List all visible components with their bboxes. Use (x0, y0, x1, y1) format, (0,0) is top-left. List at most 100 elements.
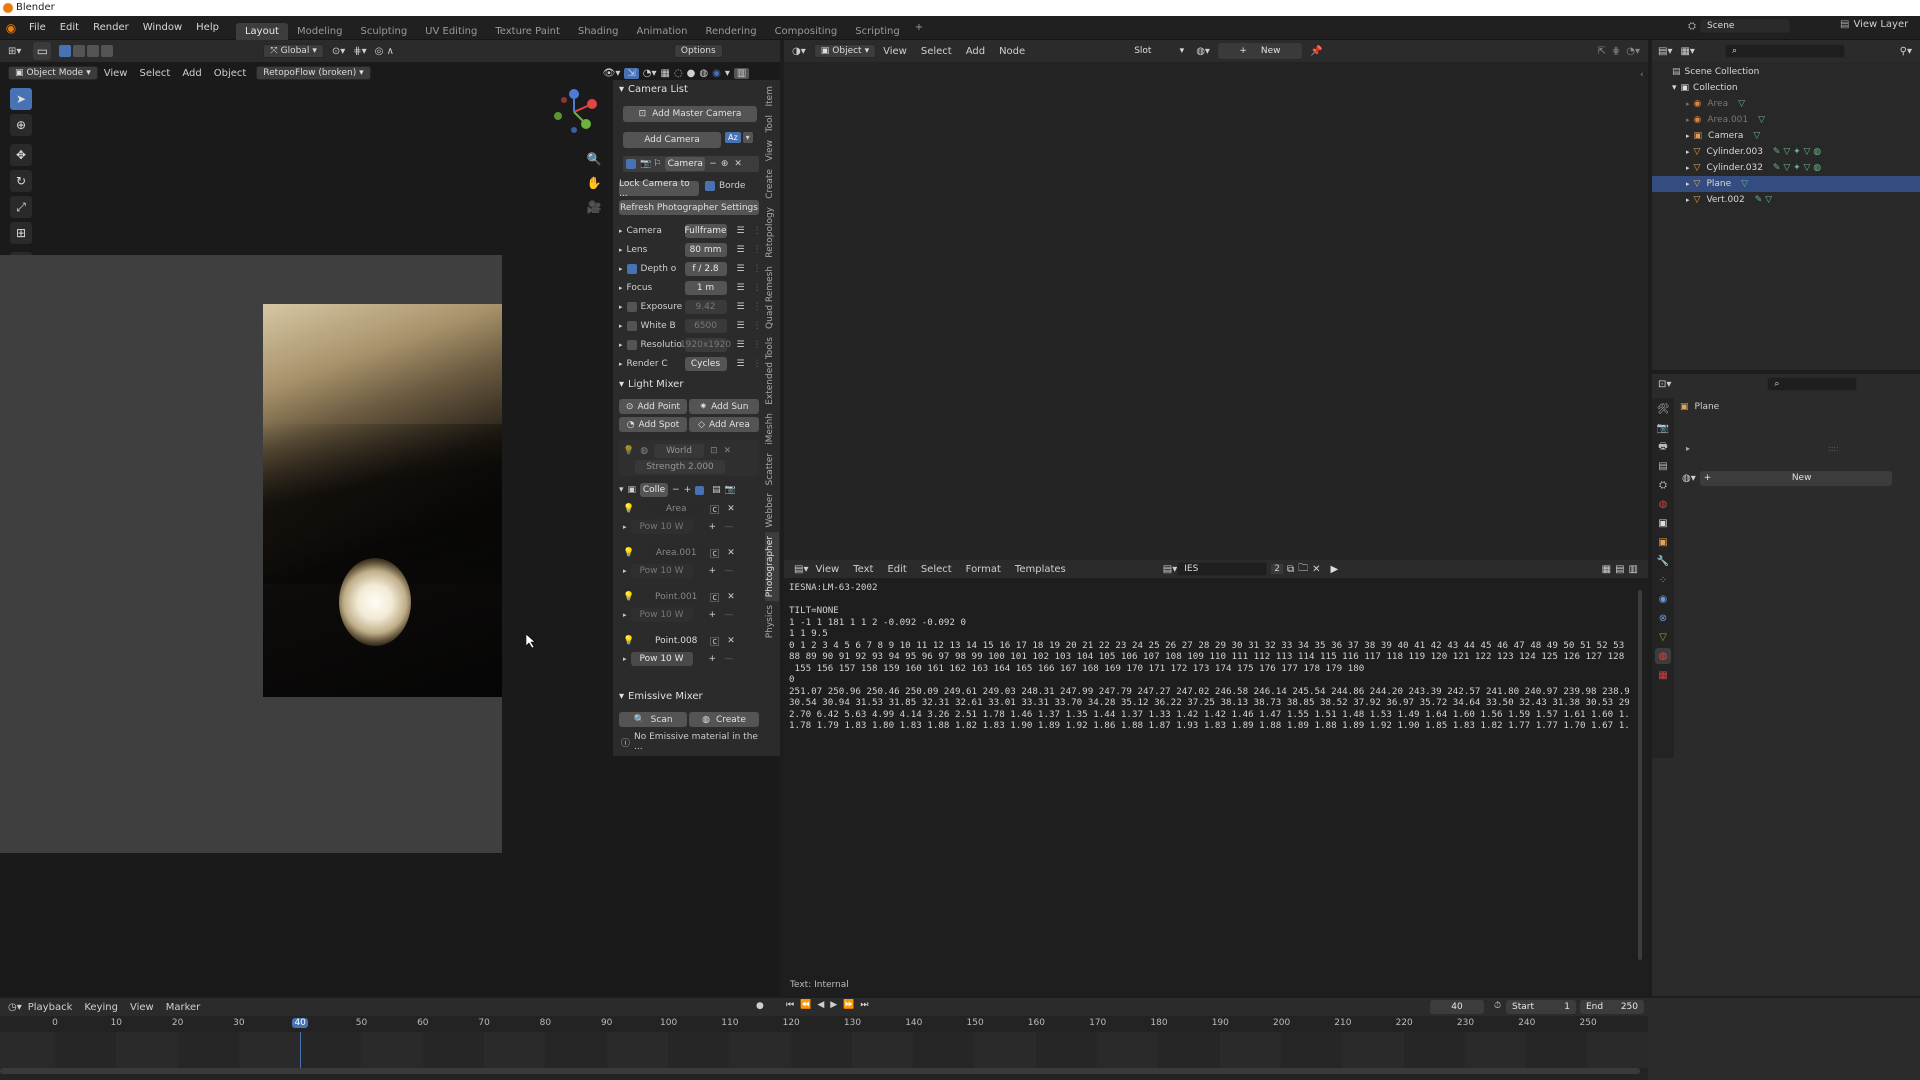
text-editor-type-icon[interactable]: ▤▾ (794, 564, 808, 575)
shading-rendered-icon[interactable]: ◉ (712, 68, 721, 79)
world-props-icon[interactable]: ◍ (1655, 496, 1671, 512)
text-unlink-icon[interactable]: ✕ (1312, 564, 1320, 575)
prop-drag-icon[interactable]: ⋮ (753, 226, 762, 236)
new-material-button[interactable]: + New (1217, 43, 1302, 59)
object-data-icon[interactable]: ✎ ▽ (1755, 195, 1772, 205)
sidebar-tab-physics[interactable]: Physics (765, 601, 779, 642)
collection-name[interactable]: Colle (640, 483, 669, 497)
node-menu-select[interactable]: Select (914, 46, 959, 57)
workspace-tab-scripting[interactable]: Scripting (846, 23, 908, 40)
add-point-button[interactable]: ⊙ Add Point (619, 399, 687, 414)
visibility-icon[interactable]: 👁▾ (603, 68, 621, 79)
viewport-menu-select[interactable]: Select (133, 68, 176, 79)
prop-value-field[interactable]: Cycles (684, 357, 727, 371)
prop-value-field[interactable]: 6500 (684, 319, 727, 333)
world-bulb-icon[interactable]: 💡 (623, 446, 634, 456)
data-props-icon[interactable]: ▽ (1655, 629, 1671, 645)
particle-props-icon[interactable]: ⁘ (1655, 572, 1671, 588)
camera-prop-row[interactable]: ▸ Focus 1 m ☰ ⋮ (613, 280, 765, 296)
scene-name[interactable]: Scene (1700, 19, 1790, 33)
expand-icon[interactable]: ▸ (619, 284, 623, 292)
select-tool-icon[interactable]: ➤ (10, 88, 32, 110)
material-slot-dropdown[interactable]: Slot ▾ (1128, 45, 1191, 57)
workspace-tab-animation[interactable]: Animation (628, 23, 697, 40)
sidebar-tab-create[interactable]: Create (765, 165, 779, 203)
expand-icon[interactable]: ▸ (619, 360, 623, 368)
collection-enabled-checkbox[interactable] (695, 485, 705, 495)
text-menu-format[interactable]: Format (959, 564, 1008, 575)
lock-camera-button[interactable]: Lock Camera to ... (619, 179, 699, 199)
timeline-menu-keying[interactable]: Keying (78, 1002, 124, 1013)
sidebar-tab-scatter[interactable]: Scatter (765, 449, 779, 489)
view-layer-selector[interactable]: ▤ View Layer (1840, 19, 1908, 30)
viewport-menu-object[interactable]: Object (208, 68, 253, 79)
material-props-icon[interactable]: ◍ (1655, 648, 1671, 664)
transform-orientation-dropdown[interactable]: ⤧ Global ▾ (263, 44, 324, 58)
parent-node-icon[interactable]: ⇱ (1597, 46, 1605, 57)
node-object-dropdown[interactable]: ▣ Object ▾ (813, 44, 877, 58)
workspace-tab-layout[interactable]: Layout (235, 22, 288, 40)
prop-presets-icon[interactable]: ☰ (737, 302, 745, 312)
light-bulb-icon[interactable]: 💡 (623, 636, 634, 646)
modifier-props-icon[interactable]: 🔧 (1655, 553, 1671, 569)
editor-type-icon[interactable]: ⊞▾ (8, 46, 21, 57)
properties-type-icon[interactable]: ⊡▾ (1658, 379, 1671, 390)
menu-edit[interactable]: Edit (53, 22, 86, 33)
outliner-item[interactable]: ▸ ▽ Cylinder.032 ✎ ▽ ✦ ▽ ◍ (1652, 160, 1920, 176)
prop-drag-icon[interactable]: ⋮ (753, 359, 762, 369)
light-minus-icon[interactable]: — (724, 610, 733, 620)
prop-drag-icon[interactable]: ⋮ (753, 340, 762, 350)
light-name-field[interactable]: Area.001 (650, 546, 703, 560)
prop-enable-checkbox[interactable] (626, 302, 637, 312)
jump-keyframe-back-icon[interactable]: ⏪ (800, 1000, 811, 1010)
light-power-field[interactable]: Pow 10 W (630, 564, 693, 578)
timeline-menu-playback[interactable]: Playback (22, 1002, 79, 1013)
material-slot-expand-icon[interactable]: ▸ (1686, 444, 1690, 453)
timeline-menu-view[interactable]: View (124, 1002, 160, 1013)
snap-node-icon[interactable]: ⋕ (1612, 46, 1620, 57)
camera-remove-icon[interactable]: ✕ (734, 159, 742, 169)
emissive-mixer-header[interactable]: ▾ Emissive Mixer (613, 687, 765, 705)
text-new-icon[interactable]: ⧉ (1287, 564, 1294, 575)
play-icon[interactable]: ▶ (830, 1000, 837, 1010)
material-new-button[interactable]: + New (1699, 470, 1892, 486)
text-menu-templates[interactable]: Templates (1008, 564, 1073, 575)
select-new-icon[interactable] (59, 45, 72, 57)
light-name-field[interactable]: Point.001 (650, 590, 703, 604)
timeline-ruler[interactable]: 0 10 20 30 40 50 60 70 80 90 100 110 120 130 140 150 160… (0, 1018, 1648, 1032)
outliner-expand-icon[interactable]: ▸ (1686, 148, 1690, 156)
text-editor[interactable]: ▤▾ View Text Edit Select Format Templates ▤▾ … (784, 560, 1648, 996)
run-script-icon[interactable]: ▶ (1331, 564, 1339, 575)
node-menu-view[interactable]: View (876, 46, 914, 57)
snap-icon[interactable]: ⋕▾ (353, 46, 366, 57)
light-power-field[interactable]: Pow 10 W (630, 520, 693, 534)
timeline-scrollbar[interactable] (0, 1068, 1640, 1074)
collection-row-outliner[interactable]: ▾ ▣ Collection (1652, 80, 1920, 96)
scene-props-icon[interactable]: ⛭ (1655, 477, 1671, 493)
prop-drag-icon[interactable]: ⋮ (753, 302, 762, 312)
collection-expand-icon[interactable]: ▾ (619, 485, 624, 495)
menu-help[interactable]: Help (189, 22, 226, 33)
shader-node-editor[interactable]: ◑▾ ▣ Object ▾ View Select Add Node Slot ▾ ◍▾ +… (784, 40, 1648, 560)
workspace-tab-uv-editing[interactable]: UV Editing (416, 23, 486, 40)
properties-editor[interactable]: ⊡▾ ⌕ 🛠 📷 🖶 ▤ ⛭ ◍ ▣ ▣ 🔧 ⁘ ◉ ⊗ ▽ ◍ ▦ ▣ Plane ▸ :::: ◍▾ +… (1652, 374, 1920, 996)
light-bulb-icon[interactable]: 💡 (623, 504, 634, 514)
collection-select-icon[interactable]: ▤ (712, 485, 721, 495)
collection-minus-icon[interactable]: − (672, 485, 680, 495)
sidebar-tab-tool[interactable]: Tool (765, 111, 779, 136)
object-data-icon[interactable]: ▽ (1758, 115, 1765, 125)
play-reverse-icon[interactable]: ◀ (817, 1000, 824, 1010)
workspace-tab-modeling[interactable]: Modeling (288, 23, 352, 40)
node-menu-node[interactable]: Node (992, 46, 1032, 57)
camera-list-header[interactable]: ▾ Camera List (613, 80, 765, 98)
outliner-item[interactable]: ▸ ▽ Vert.002 ✎ ▽ (1652, 192, 1920, 208)
render-props-icon[interactable]: 📷 (1655, 420, 1671, 436)
material-browse-icon[interactable]: ◍▾ (1196, 46, 1210, 57)
light-remove-icon[interactable]: ✕ (727, 504, 735, 514)
light-solo-icon[interactable]: 🄲 (710, 591, 719, 604)
border-toggle[interactable]: Borde (705, 181, 745, 191)
camera-list-item[interactable]: 📷 ⚐ Camera − ⊕ ✕ (623, 156, 759, 172)
outliner-filter-icon[interactable]: ⚲▾ (1900, 46, 1912, 57)
overlay-icon[interactable]: ◔▾ (643, 68, 657, 79)
physics-props-icon[interactable]: ◉ (1655, 591, 1671, 607)
